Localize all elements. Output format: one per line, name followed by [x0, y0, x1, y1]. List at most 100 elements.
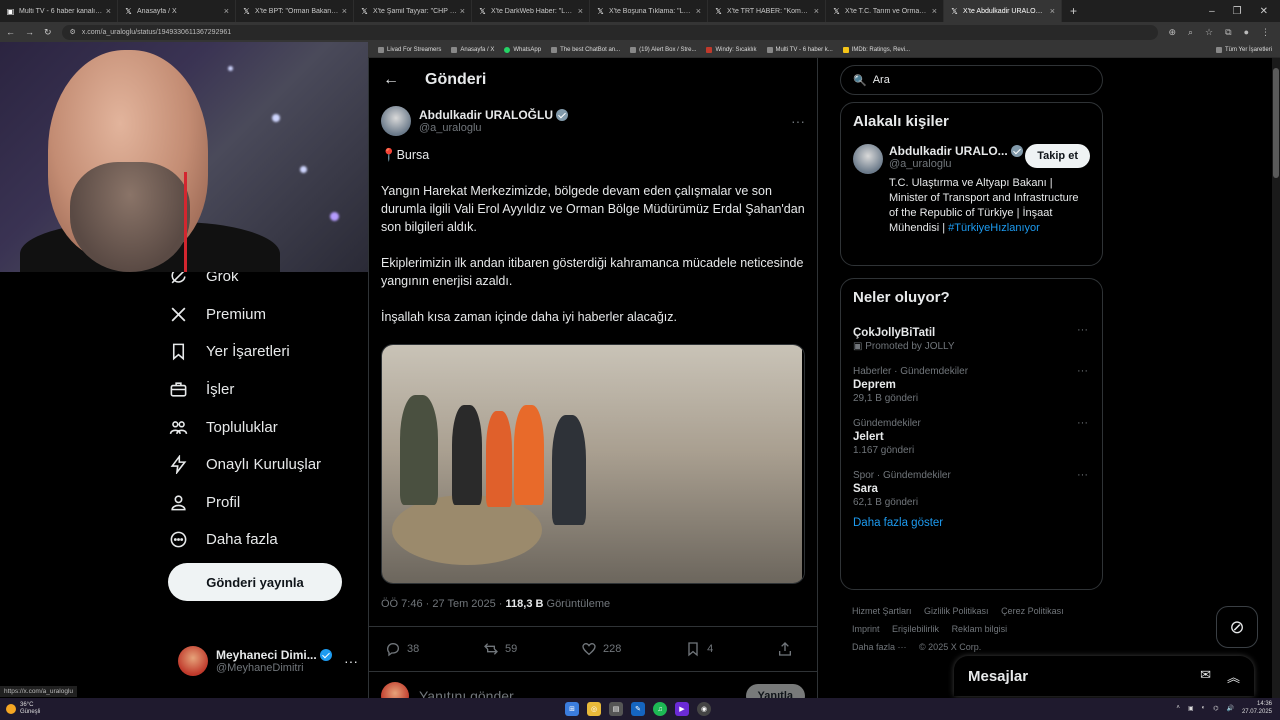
- close-icon[interactable]: ×: [696, 6, 701, 16]
- avatar[interactable]: [853, 144, 883, 174]
- browser-tab[interactable]: 𝕏X'te DarkWeb Haber: "Lvbel C5×: [472, 0, 590, 22]
- messages-drawer[interactable]: Mesajlar ✉ ︽: [954, 656, 1254, 696]
- show-more-link[interactable]: Daha fazla göster: [853, 517, 1090, 529]
- maximize-icon[interactable]: ❐: [1233, 6, 1242, 17]
- bookmark-item[interactable]: IMDb: Ratings, Revi...: [842, 46, 910, 53]
- browser-tab[interactable]: 𝕏X'te Boşuna Tıklama: "Lvbel C5×: [590, 0, 708, 22]
- bookmark-item[interactable]: WhatsApp: [504, 46, 541, 53]
- zoom-icon[interactable]: ⊕: [1168, 27, 1176, 38]
- grok-button[interactable]: ⊘: [1216, 606, 1258, 648]
- nav-item-more[interactable]: Daha fazla: [168, 521, 358, 559]
- chevron-up-icon[interactable]: ︽: [1227, 667, 1240, 686]
- close-icon[interactable]: ×: [578, 6, 583, 16]
- trend-item[interactable]: Haberler · Gündemdekiler Deprem 29,1 B g…: [853, 361, 1090, 409]
- nav-item-premium[interactable]: Premium: [168, 296, 358, 334]
- bookmark-item[interactable]: Multi TV - 6 haber k...: [766, 46, 833, 53]
- footer-link[interactable]: Imprint: [852, 624, 880, 634]
- footer-link[interactable]: Hizmet Şartları: [852, 606, 912, 616]
- post-photo[interactable]: [382, 345, 804, 583]
- browser-tab-active[interactable]: 𝕏X'te Abdulkadir URALOĞLU: "📍×: [944, 0, 1062, 22]
- back-icon[interactable]: ←: [6, 27, 15, 37]
- minimize-icon[interactable]: –: [1209, 6, 1215, 17]
- nav-item-jobs[interactable]: İşler: [168, 371, 358, 409]
- close-icon[interactable]: ×: [814, 6, 819, 16]
- volume-icon[interactable]: 🔊: [1226, 705, 1233, 712]
- clock[interactable]: 14:36 27.07.2025: [1242, 700, 1272, 716]
- browser-tab[interactable]: 𝕏 Anasayfa / X ×: [118, 0, 236, 22]
- browser-tab[interactable]: 𝕏X'te Şamil Tayyar: "CHP Genel×: [354, 0, 472, 22]
- more-icon[interactable]: ···: [791, 113, 805, 129]
- close-icon[interactable]: ×: [224, 6, 229, 16]
- network-icon[interactable]: ⌬: [1213, 705, 1218, 712]
- post-media[interactable]: [381, 344, 805, 584]
- all-bookmarks[interactable]: Tüm Yer İşaretleri: [1215, 46, 1280, 53]
- folder-icon[interactable]: ▤: [609, 702, 623, 716]
- extensions-icon[interactable]: ⧉: [1225, 27, 1231, 38]
- forward-icon[interactable]: →: [25, 27, 34, 37]
- profile-icon[interactable]: ●: [1244, 27, 1249, 38]
- tray-app-icon[interactable]: ▣: [1188, 705, 1194, 712]
- bookmark-item[interactable]: Livad For Streamers: [378, 46, 441, 53]
- nav-item-communities[interactable]: Topluluklar: [168, 408, 358, 446]
- obs-icon[interactable]: ◉: [697, 702, 711, 716]
- author-name[interactable]: Abdulkadir URALOĞLU: [419, 108, 568, 122]
- share-button[interactable]: [777, 639, 793, 659]
- more-icon[interactable]: ···: [1077, 469, 1088, 481]
- more-icon[interactable]: ···: [344, 653, 358, 669]
- site-info-icon[interactable]: ⚙: [70, 28, 76, 36]
- author-handle[interactable]: @a_uraloglu: [419, 122, 568, 134]
- menu-icon[interactable]: ⋮: [1261, 27, 1270, 38]
- close-icon[interactable]: ×: [106, 6, 111, 16]
- close-icon[interactable]: ×: [460, 6, 465, 16]
- reply-button[interactable]: 38: [385, 639, 419, 659]
- search-input[interactable]: 🔍 Ara: [840, 65, 1103, 95]
- spotify-icon[interactable]: ♫: [653, 702, 667, 716]
- chrome-icon[interactable]: ◎: [587, 702, 601, 716]
- footer-link[interactable]: Gizlilik Politikası: [924, 606, 989, 616]
- bookmark-item[interactable]: Windy: Sıcaklık: [706, 46, 757, 53]
- repost-button[interactable]: 59: [483, 639, 517, 659]
- trend-item[interactable]: Gündemdekiler Jelert 1.167 gönderi ···: [853, 413, 1090, 461]
- close-window-icon[interactable]: ✕: [1260, 6, 1268, 17]
- more-icon[interactable]: ···: [1077, 324, 1088, 336]
- close-icon[interactable]: ×: [932, 6, 937, 16]
- footer-link[interactable]: Reklam bilgisi: [952, 624, 1008, 634]
- tray-app-icon[interactable]: ◐: [1202, 705, 1206, 711]
- new-message-icon[interactable]: ✉: [1200, 667, 1211, 686]
- account-switcher[interactable]: Meyhaneci Dimi... @MeyhaneDimitri ···: [178, 646, 358, 676]
- nav-item-verified-orgs[interactable]: Onaylı Kuruluşlar: [168, 446, 358, 484]
- star-icon[interactable]: ☆: [1205, 27, 1213, 38]
- like-button[interactable]: 228: [581, 639, 621, 659]
- new-tab-icon[interactable]: +: [1062, 4, 1085, 18]
- nav-item-profile[interactable]: Profil: [168, 484, 358, 522]
- editor-icon[interactable]: ✎: [631, 702, 645, 716]
- bookmark-item[interactable]: (19) Alert Box / Stre...: [630, 46, 696, 53]
- close-icon[interactable]: ×: [342, 6, 347, 16]
- footer-link[interactable]: Erişilebilirlik: [892, 624, 939, 634]
- windows-start-icon[interactable]: ⊞: [565, 702, 579, 716]
- back-arrow-icon[interactable]: ←: [383, 71, 399, 89]
- scrollbar-thumb[interactable]: [1273, 68, 1279, 178]
- more-icon[interactable]: ···: [1077, 365, 1088, 377]
- follow-button[interactable]: Takip et: [1025, 144, 1090, 168]
- nav-item-bookmarks[interactable]: Yer İşaretleri: [168, 333, 358, 371]
- url-input[interactable]: ⚙ x.com/a_uraloglu/status/194933061136729…: [61, 24, 1159, 40]
- more-icon[interactable]: ···: [1077, 417, 1088, 429]
- browser-tab[interactable]: 𝕏X'te BPT: "Orman Bakanı İbrahi×: [236, 0, 354, 22]
- related-person[interactable]: Abdulkadir URALO... @a_uraloglu Takip et: [853, 144, 1090, 174]
- bookmark-item[interactable]: The best ChatBot an...: [551, 46, 620, 53]
- page-scrollbar[interactable]: [1272, 58, 1280, 698]
- hashtag-link[interactable]: #TürkiyeHızlanıyor: [948, 222, 1040, 234]
- footer-link[interactable]: Çerez Politikası: [1001, 606, 1064, 616]
- browser-tab[interactable]: ▣Multi TV - 6 haber kanalını aynı×: [0, 0, 118, 22]
- reload-icon[interactable]: ↻: [44, 27, 52, 38]
- close-icon[interactable]: ×: [1050, 6, 1055, 16]
- avatar[interactable]: [381, 106, 411, 136]
- weather-widget[interactable]: 36°C Güneşli: [0, 702, 40, 716]
- trend-item[interactable]: Spor · Gündemdekiler Sara 62,1 B gönderi…: [853, 465, 1090, 513]
- post-button[interactable]: Gönderi yayınla: [168, 563, 342, 601]
- browser-tab[interactable]: 𝕏X'te T.C. Tarım ve Orman Bakan×: [826, 0, 944, 22]
- chevron-up-icon[interactable]: ˄: [1176, 705, 1180, 711]
- related-person-name[interactable]: Abdulkadir URALO...: [889, 144, 1023, 158]
- stream-app-icon[interactable]: ▶: [675, 702, 689, 716]
